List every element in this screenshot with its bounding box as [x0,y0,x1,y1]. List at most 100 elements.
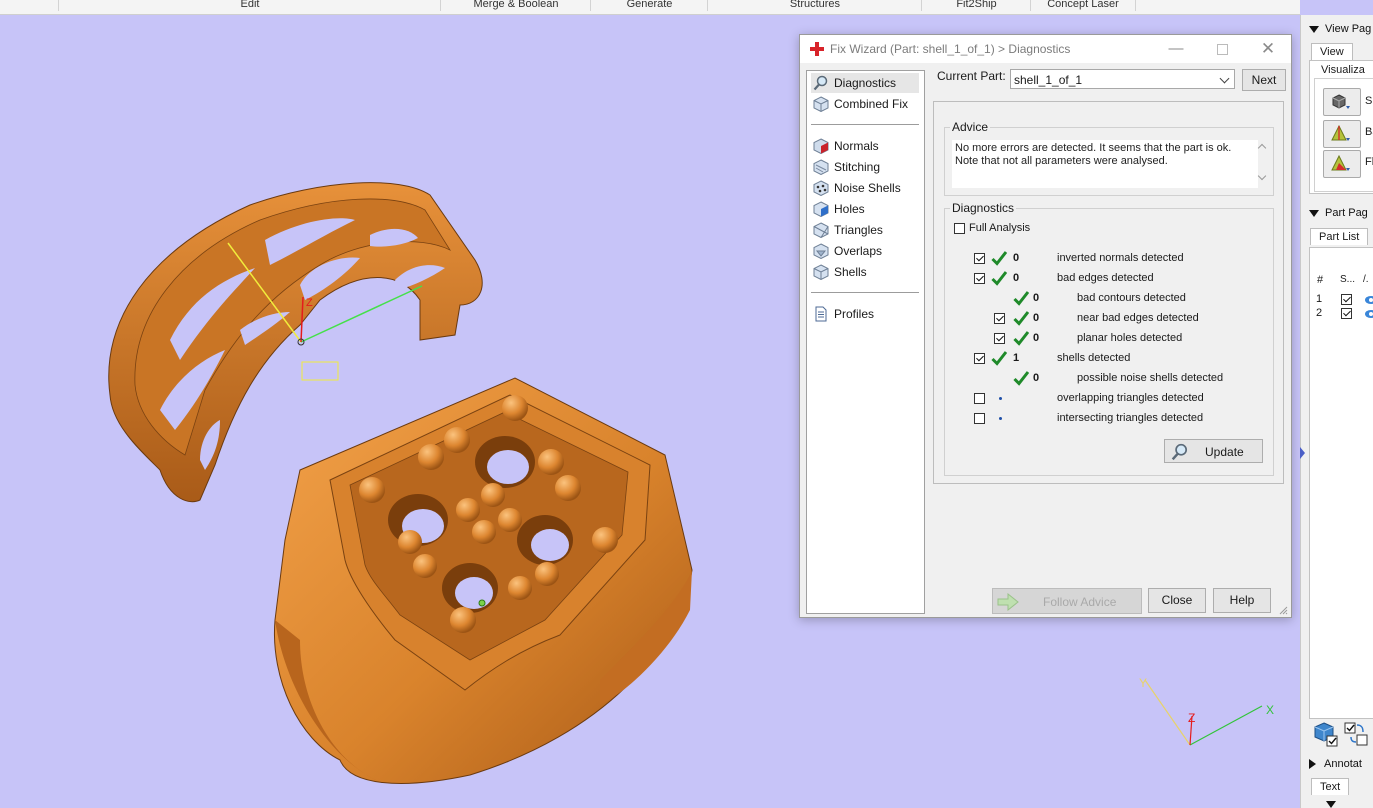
part-row-number: 2 [1316,307,1323,319]
ribbon-group-edit[interactable]: Edit [58,0,441,11]
nav-item-profiles[interactable]: Profiles [811,304,919,324]
close-button[interactable]: Close [1148,588,1206,613]
count-value: 1 [1013,352,1020,364]
resize-grip-icon[interactable] [1278,605,1288,615]
nav-item-shells[interactable]: Shells [811,262,919,282]
expand-triangle-icon[interactable] [1326,801,1336,808]
planar-holes-checkbox[interactable] [994,333,1005,344]
part-page-header[interactable]: Part Pag [1309,207,1368,219]
flip-triangles-view-button[interactable] [1323,150,1361,178]
update-label: Update [1205,445,1244,459]
close-window-button[interactable]: ✕ [1258,39,1278,59]
nav-item-overlaps[interactable]: Overlaps [811,241,919,261]
inverted-normals-checkbox[interactable] [974,253,985,264]
right-dock: View Pag View Visualiza Sh Ba Fli Part P… [1300,15,1373,808]
dialog-titlebar[interactable]: Fix Wizard (Part: shell_1_of_1) > Diagno… [800,35,1291,63]
nav-item-label: Triangles [834,223,883,237]
count-value: 0 [1033,372,1040,384]
vis-button-label: Fli [1365,156,1373,168]
current-part-select[interactable]: shell_1_of_1 [1010,69,1235,89]
tab-view[interactable]: View [1311,43,1353,60]
fix-wizard-nav: Diagnostics Combined Fix Normals Stitchi… [806,70,925,614]
part-2-select-checkbox[interactable] [1341,308,1352,319]
part-list-header-selected: S... [1340,274,1356,285]
tab-part-list[interactable]: Part List [1310,228,1369,245]
full-analysis-checkbox[interactable] [954,223,965,234]
nav-item-label: Overlaps [834,244,883,258]
diagnostics-title: Diagnostics [950,201,1017,215]
advice-scrollbar[interactable] [1256,140,1270,186]
update-button[interactable]: Update [1164,439,1263,463]
view-page-title: View Pag [1325,23,1372,35]
nav-item-holes[interactable]: Holes [811,199,919,219]
annotations-header[interactable]: Annotat [1309,758,1362,770]
annotations-title: Annotat [1324,758,1362,770]
follow-advice-button[interactable]: Follow Advice [992,588,1142,614]
intersecting-triangles-checkbox[interactable] [974,413,985,424]
signet-ring-model[interactable] [273,377,693,784]
axis-triad: Z X Y [1139,676,1274,746]
check-icon [991,271,1007,286]
minimize-button[interactable]: — [1166,39,1186,59]
part-row-number: 1 [1316,293,1323,305]
gizmo-z-label: Z [306,297,313,309]
expand-triangle-icon [1309,759,1316,770]
check-icon [1013,331,1029,346]
nav-item-label: Stitching [834,160,881,174]
ribbon-group-concept-laser[interactable]: Concept Laser [1030,0,1136,11]
nav-item-stitching[interactable]: Stitching [811,157,919,177]
diag-label: shells detected [1057,352,1131,364]
shells-checkbox[interactable] [974,353,985,364]
ribbon-group-label: Edit [240,0,260,10]
scroll-up-icon [1257,143,1267,153]
parts-cube-icon[interactable] [1313,721,1339,747]
nav-item-label: Holes [834,202,865,216]
check-icon [1013,291,1029,306]
tab-text[interactable]: Text [1311,778,1350,795]
check-icon [991,251,1007,266]
triangles-cube-icon [813,222,829,238]
overlapping-triangles-checkbox[interactable] [974,393,985,404]
diag-label: possible noise shells detected [1077,372,1224,384]
select-toggle-icon[interactable] [1343,721,1369,747]
eye-icon[interactable] [1365,309,1373,319]
scroll-down-icon [1257,171,1267,181]
nav-divider [811,124,919,125]
ribbon-group-structures[interactable]: Structures [707,0,922,11]
view-page-header[interactable]: View Pag [1309,23,1371,35]
flip-triangles-icon [1331,155,1350,171]
part-list-header-visible: /. [1363,274,1369,285]
count-value: 0 [1033,332,1040,344]
advice-line: No more errors are detected. It seems th… [955,142,1232,154]
ribbon-group-label: Structures [789,0,841,10]
next-button[interactable]: Next [1242,69,1286,91]
nav-item-diagnostics[interactable]: Diagnostics [811,73,919,93]
full-analysis-label: Full Analysis [969,222,1031,234]
triad-z-label: Z [1188,711,1195,725]
maximize-button[interactable] [1212,39,1232,59]
solid-view-button[interactable] [1323,88,1361,116]
ribbon-group-merge-boolean[interactable]: Merge & Boolean [440,0,591,11]
nav-item-noise-shells[interactable]: Noise Shells [811,178,919,198]
dialog-title: Fix Wizard (Part: shell_1_of_1) > Diagno… [830,42,1071,56]
part-1-select-checkbox[interactable] [1341,294,1352,305]
check-icon [1013,311,1029,326]
dock-splitter-handle[interactable] [1300,447,1305,459]
nav-divider [811,292,919,293]
near-bad-edges-checkbox[interactable] [994,313,1005,324]
eye-icon[interactable] [1365,295,1373,305]
ribbon-group-generate[interactable]: Generate [590,0,708,11]
bad-edges-checkbox[interactable] [974,273,985,284]
help-button[interactable]: Help [1213,588,1271,613]
diagnostics-panel: Advice No more errors are detected. It s… [933,101,1284,484]
red-cross-icon [810,42,824,56]
advice-text: No more errors are detected. It seems th… [952,140,1258,188]
current-part-value: shell_1_of_1 [1014,73,1083,87]
bad-edges-view-button[interactable] [1323,120,1361,148]
ribbon-group-fit2ship[interactable]: Fit2Ship [921,0,1031,11]
nav-item-triangles[interactable]: Triangles [811,220,919,240]
nav-item-normals[interactable]: Normals [811,136,919,156]
document-icon [815,306,827,322]
nav-item-combined-fix[interactable]: Combined Fix [811,94,919,114]
bad-edges-icon [1331,125,1350,141]
